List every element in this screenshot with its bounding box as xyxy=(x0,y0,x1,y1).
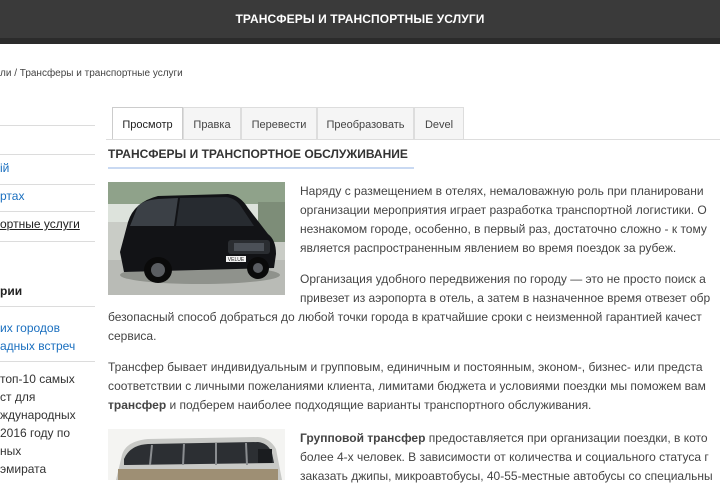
article-heading: ТРАНСФЕРЫ И ТРАНСПОРТНОЕ ОБСЛУЖИВАНИЕ xyxy=(108,147,408,161)
heading-underline xyxy=(108,167,414,169)
bus-image xyxy=(108,429,285,480)
paragraph-line: Групповой трансфер предоставляется при о… xyxy=(300,429,708,448)
sidebar-divider xyxy=(0,184,95,185)
sidebar-divider xyxy=(0,125,95,126)
breadcrumb-separator: / xyxy=(14,68,17,79)
sidebar-link-meetings[interactable]: адных встреч xyxy=(0,339,75,353)
bold-term: трансфер xyxy=(108,398,167,412)
site-header: ТРАНСФЕРЫ И ТРАНСПОРТНЫЕ УСЛУГИ xyxy=(0,0,720,44)
paragraph-line: более 4-х человек. В зависимости от коли… xyxy=(300,450,709,464)
paragraph-line: Наряду с размещением в отелях, немаловаж… xyxy=(300,184,704,198)
sidebar-text-line: эмирата xyxy=(0,462,47,476)
sidebar-divider xyxy=(0,211,95,212)
bold-term: Групповой трансфер xyxy=(300,431,426,445)
header-divider xyxy=(0,38,720,44)
paragraph-line: безопасный способ добраться до любой точ… xyxy=(108,310,702,324)
breadcrumb-current: Трансферы и транспортные услуги xyxy=(19,68,183,79)
sidebar-text-line: ждународных xyxy=(0,408,76,422)
sidebar-divider xyxy=(0,306,95,307)
minivan-image: VELUE xyxy=(108,182,285,295)
paragraph-line: трансфер и подберем наиболее подходящие … xyxy=(108,396,591,415)
sidebar-divider xyxy=(0,241,95,242)
sidebar-item-1[interactable]: ій xyxy=(0,161,9,175)
tab-devel[interactable]: Devel xyxy=(414,107,464,139)
tab-view[interactable]: Просмотр xyxy=(112,107,183,140)
sidebar-text-line: 2016 году по xyxy=(0,426,71,440)
paragraph-line: заказать джипы, микроавтобусы, 40-55-мес… xyxy=(300,469,713,483)
tab-convert[interactable]: Преобразовать xyxy=(317,107,414,139)
page-title: ТРАНСФЕРЫ И ТРАНСПОРТНЫЕ УСЛУГИ xyxy=(235,12,485,26)
sidebar-link-cities[interactable]: их городов xyxy=(0,321,60,335)
sidebar-text-line: ных xyxy=(0,444,22,458)
sidebar-item-2[interactable]: ртах xyxy=(0,189,24,203)
tabs-divider xyxy=(106,139,720,140)
sidebar-divider xyxy=(0,361,95,362)
tab-edit[interactable]: Правка xyxy=(183,107,241,139)
paragraph-text: и подберем наиболее подходящие варианты … xyxy=(166,398,592,412)
paragraph-line: Организация удобного передвижения по гор… xyxy=(300,272,706,286)
paragraph-line: соответствии с личными пожеланиями клиен… xyxy=(108,379,706,393)
paragraph-text: предоставляется при организации поездки,… xyxy=(425,431,708,445)
paragraph-line: Трансфер бывает индивидуальным и группов… xyxy=(108,360,703,374)
tab-translate[interactable]: Перевести xyxy=(241,107,317,139)
sidebar-text-line: топ-10 самых xyxy=(0,372,75,386)
sidebar-divider xyxy=(0,154,95,155)
sidebar-text-line: ст для xyxy=(0,390,36,404)
sidebar-item-transport-services[interactable]: ортные услуги xyxy=(0,217,80,231)
breadcrumb-parent-link[interactable]: ли xyxy=(0,68,11,79)
paragraph-line: привезет из аэропорта в отель, а затем в… xyxy=(300,291,711,305)
paragraph-line: организации мероприятия играет разработк… xyxy=(300,203,707,217)
paragraph-line: является распространенным явлением во вр… xyxy=(300,241,677,255)
breadcrumb: ли / Трансферы и транспортные услуги xyxy=(0,68,183,79)
sidebar-section-title: рии xyxy=(0,284,23,298)
paragraph-line: незнакомом городе, особенно, в первый ра… xyxy=(300,222,707,236)
paragraph-line: сервиса. xyxy=(108,329,157,343)
plate-text: VELUE xyxy=(228,257,245,263)
